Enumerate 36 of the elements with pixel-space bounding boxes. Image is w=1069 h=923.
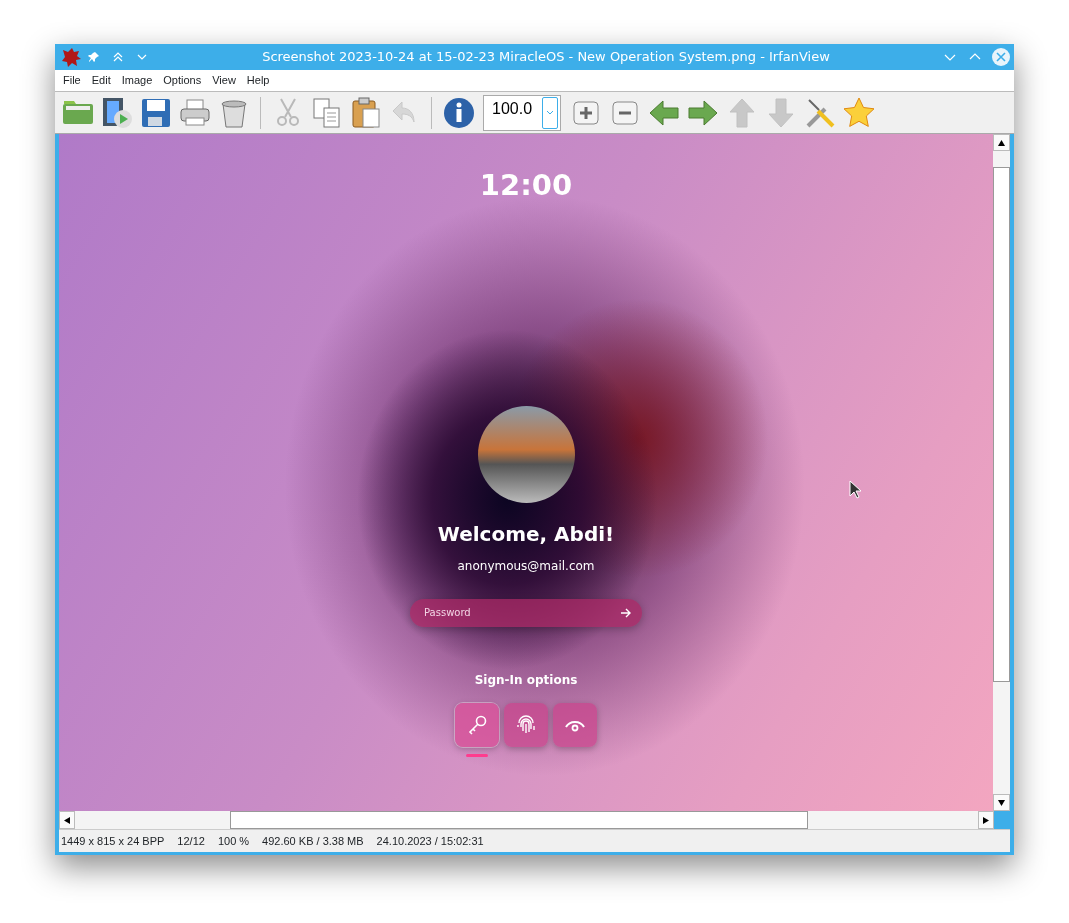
close-icon[interactable]	[992, 48, 1010, 66]
menu-item[interactable]: Edit	[91, 72, 111, 89]
password-field[interactable]: Password	[410, 598, 642, 627]
mouse-cursor-icon	[849, 480, 861, 499]
scroll-down-icon[interactable]	[998, 799, 1005, 806]
horizontal-scrollbar[interactable]	[59, 811, 994, 829]
eye-option-button[interactable]	[553, 702, 597, 747]
menu-item[interactable]: File	[63, 72, 81, 89]
menu-item[interactable]: View	[212, 72, 236, 89]
scroll-left-icon[interactable]	[64, 816, 70, 824]
welcome-heading: Welcome, Abdi!	[437, 520, 615, 548]
caret-icon	[546, 110, 554, 115]
key-icon	[466, 713, 488, 736]
menu-item[interactable]: Options	[163, 72, 202, 89]
status-text: 24.10.2023 / 15:02:31	[376, 833, 484, 849]
pin-icon[interactable]	[88, 51, 100, 63]
status-text: 492.60 KB / 3.38 MB	[262, 833, 364, 849]
fingerprint-option-button[interactable]	[504, 702, 548, 747]
menu-item[interactable]: Image	[121, 72, 153, 89]
key-option-button[interactable]	[455, 702, 499, 747]
scroll-right-icon[interactable]	[983, 816, 989, 824]
right-arrow-icon[interactable]	[620, 607, 631, 618]
status-text: 1449 x 815 x 24 BPP	[61, 833, 165, 849]
email-address: anonymous@mail.com	[457, 557, 595, 575]
status-text: 100 %	[217, 833, 250, 849]
menu-item[interactable]: Help	[246, 72, 270, 89]
sign-in-options-label: Sign-In options	[474, 671, 578, 689]
fingerprint-icon	[515, 713, 537, 736]
vertical-scrollbar[interactable]	[993, 134, 1010, 811]
app-logo-icon	[60, 46, 82, 68]
clock-time: 12:00	[479, 167, 573, 204]
status-text: 12/12	[177, 833, 205, 849]
dropdown-button[interactable]	[542, 96, 558, 129]
scroll-up-icon[interactable]	[998, 139, 1005, 146]
window-title: Screenshot 2023-10-24 at 15-02-23 MiracleOS - New Operation System.png - IrfanView	[261, 48, 831, 67]
keep-above-icon[interactable]	[112, 51, 124, 63]
